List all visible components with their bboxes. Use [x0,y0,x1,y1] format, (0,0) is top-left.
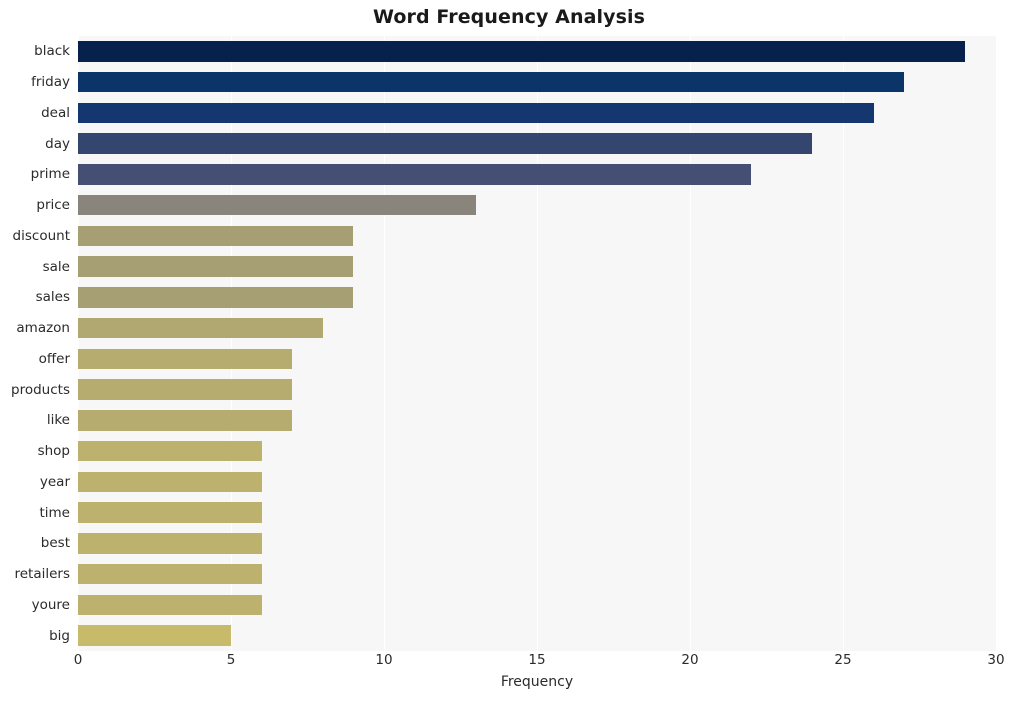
x-axis-tick-label: 0 [73,652,83,668]
bar [78,102,874,123]
bar [78,133,813,154]
bar-row [78,41,996,62]
x-axis-tick-label: 15 [528,652,546,668]
bar-row [78,256,996,277]
y-axis-tick-label: best [40,535,70,552]
bar [78,164,752,185]
x-axis-tick-label: 30 [987,652,1005,668]
bar [78,317,323,339]
bar-row [78,194,996,216]
bar-row [78,164,996,185]
bar-row [78,348,996,369]
plot-area [78,36,996,651]
bar [78,625,231,646]
bar [78,287,354,308]
bar-series [78,36,996,651]
bar-row [78,533,996,554]
x-axis-tick-labels: 0 5 10 15 20 25 30 [74,652,1005,672]
y-axis-tick-label: retailers [14,566,70,583]
bar [78,379,293,400]
bar [78,563,262,585]
bar-row [78,287,996,308]
x-axis-tick-label: 10 [375,652,393,668]
bar [78,194,476,216]
x-axis-title: Frequency [500,674,574,690]
bar-row [78,594,996,615]
bar [78,410,293,431]
bar-row [78,102,996,123]
bar-row [78,471,996,492]
chart-figure: Word Frequency Analysis black friday deal d… [0,0,1018,701]
chart-title: Word Frequency Analysis [372,6,646,28]
bar-row [78,71,996,93]
x-axis-tick-label: 5 [226,652,236,668]
y-axis-tick-label: amazon [16,320,70,337]
bar-row [78,225,996,246]
y-axis-tick-label: prime [30,166,70,183]
y-axis-tick-label: youre [31,596,70,613]
y-axis-tick-label: like [46,412,70,429]
y-axis-tick-label: big [49,627,70,644]
x-axis-tick-label: 20 [681,652,699,668]
y-axis-tick-labels: black friday deal day prime price discount sale… [0,36,70,651]
bar [78,440,262,462]
bar [78,471,262,492]
y-axis-tick-label: friday [31,74,70,91]
y-axis-tick-label: deal [41,104,70,121]
bar [78,502,262,523]
bar-row [78,133,996,154]
bar-row [78,379,996,400]
y-axis-tick-label: sale [42,258,70,275]
x-axis-tick-label: 25 [834,652,852,668]
bar [78,225,354,246]
y-axis-tick-label: offer [38,350,70,367]
bar-row [78,502,996,523]
y-axis-tick-label: black [34,43,70,60]
y-axis-tick-label: discount [12,227,70,244]
y-axis-tick-label: year [39,473,70,490]
bar [78,256,354,277]
y-axis-tick-label: sales [35,289,70,306]
bar [78,533,262,554]
y-axis-tick-label: products [11,381,70,398]
y-axis-tick-label: price [36,197,70,214]
y-axis-tick-label: day [45,135,70,152]
bar [78,594,262,615]
bar-row [78,410,996,431]
bar [78,348,293,369]
y-axis-tick-label: time [39,504,70,521]
bar-row [78,563,996,585]
bar-row [78,317,996,339]
bar [78,41,966,62]
bar [78,71,905,93]
y-axis-tick-label: shop [37,443,70,460]
bar-row [78,440,996,462]
bar-row [78,625,996,646]
